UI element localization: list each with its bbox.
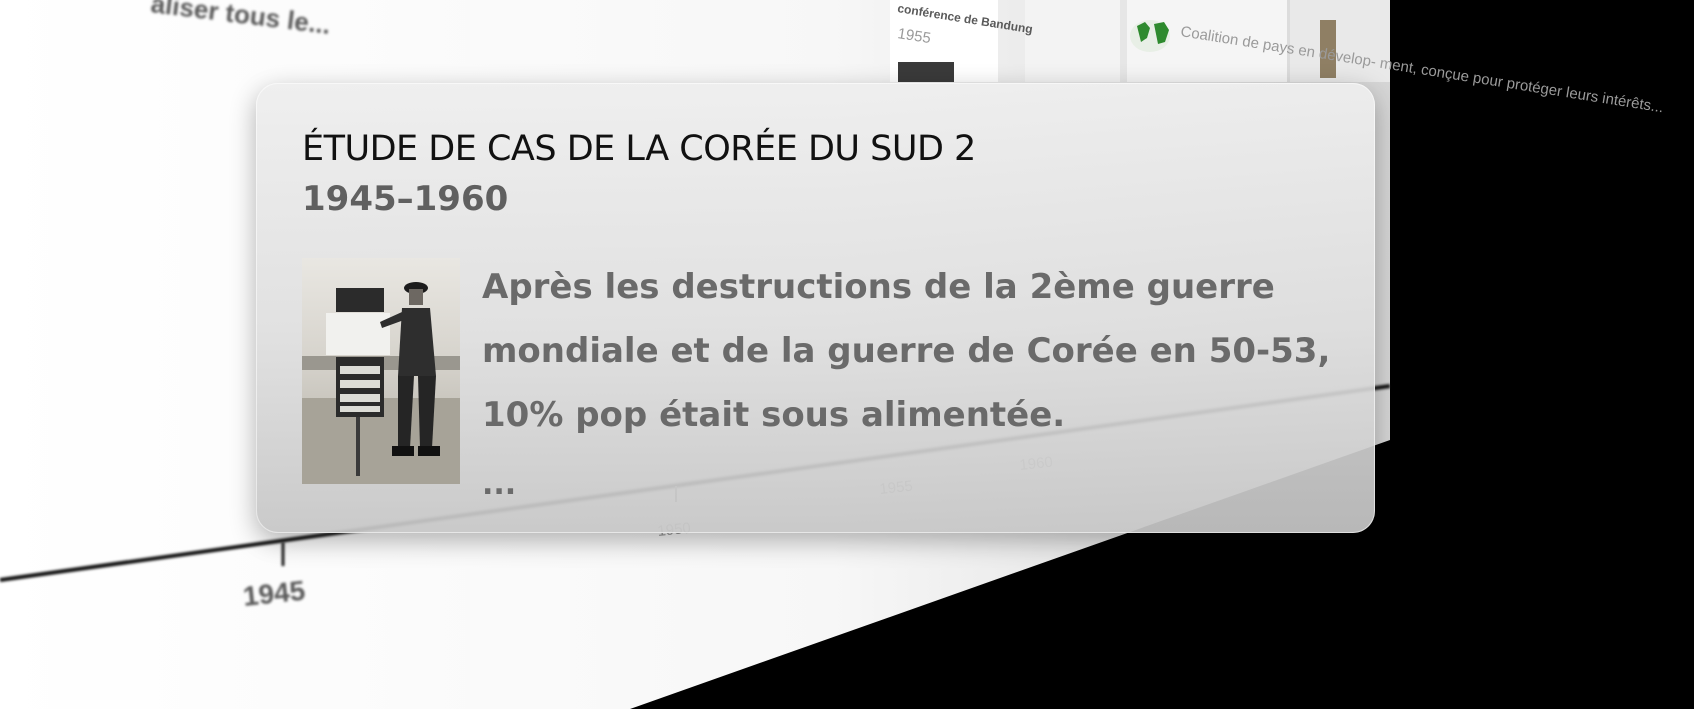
soldier-by-road-sign-photo [302, 258, 460, 484]
event-date-range: 1945–1960 [302, 179, 509, 219]
event-description: Après les destructions de la 2ème guerre… [482, 267, 1331, 435]
event-title: ÉTUDE DE CAS DE LA CORÉE DU SUD 2 [302, 129, 976, 169]
world-map-icon [1130, 20, 1170, 52]
timeline-stage: conférence de Bandung 1955 Coalition de … [0, 0, 1694, 709]
timeline-year-label: 1945 [241, 575, 306, 612]
event-detail-card[interactable]: ÉTUDE DE CAS DE LA CORÉE DU SUD 2 1945–1… [256, 83, 1375, 533]
event-photo[interactable] [302, 258, 460, 484]
read-more-ellipsis[interactable]: ... [482, 467, 516, 502]
